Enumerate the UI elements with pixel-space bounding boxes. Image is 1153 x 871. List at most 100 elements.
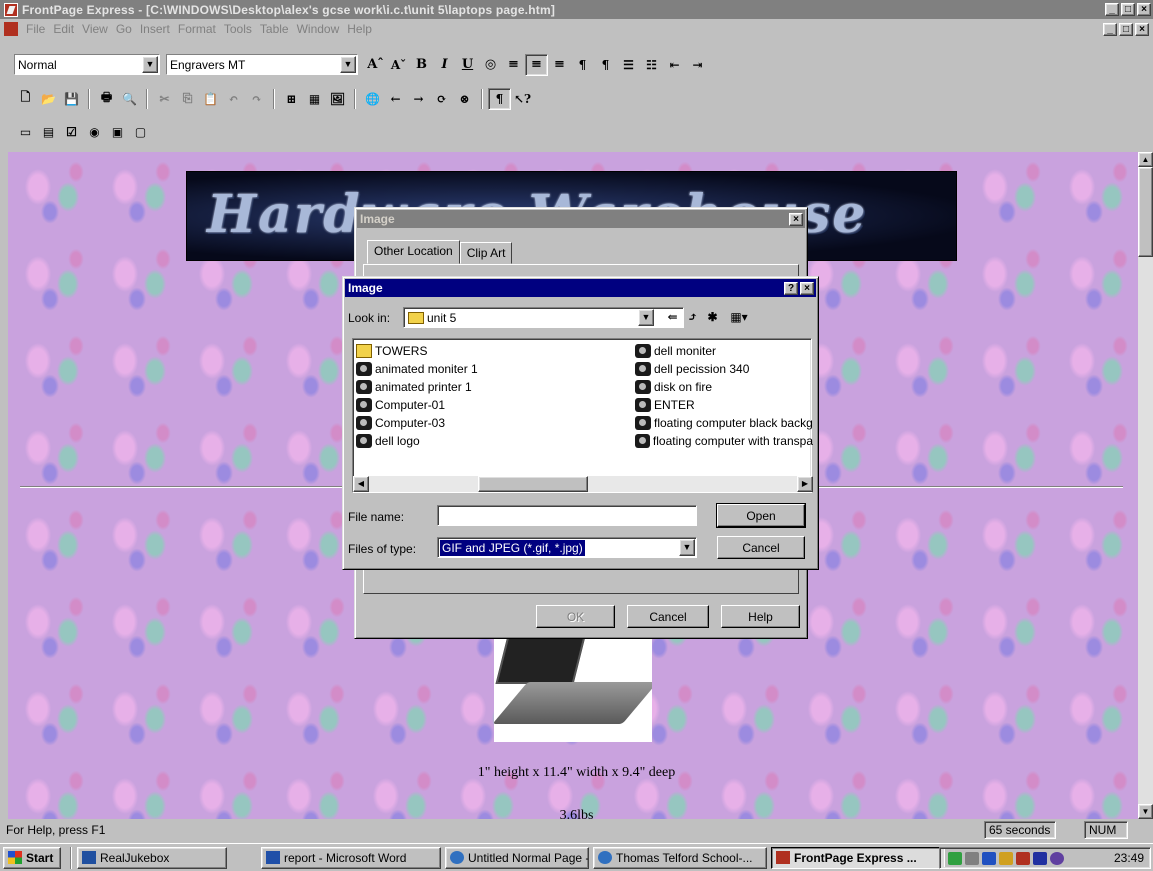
image-cancel-button[interactable]: Cancel	[627, 605, 709, 628]
decrease-font-button[interactable]: Aˇ	[387, 54, 410, 76]
tab-clip-art[interactable]: Clip Art	[459, 242, 513, 264]
taskbar-item-realjukebox[interactable]: RealJukebox	[77, 846, 227, 869]
increase-indent-icon[interactable]: ⇥	[686, 54, 709, 76]
horizontal-scrollbar[interactable]: ◀ ▶	[353, 476, 813, 492]
align-left-icon[interactable]: ≡	[502, 54, 525, 76]
list-item[interactable]: Computer-03	[356, 414, 445, 431]
laptop-image[interactable]	[494, 630, 652, 742]
rtl-icon[interactable]: ¶	[594, 54, 617, 76]
forward-icon[interactable]: →	[407, 88, 430, 110]
print-icon[interactable]: 🖶	[95, 88, 118, 110]
redo-icon[interactable]: ↷	[245, 88, 268, 110]
list-item[interactable]: animated moniter 1	[356, 360, 478, 377]
checkbox-field-icon[interactable]: ☑	[60, 121, 83, 143]
open-button[interactable]: Open	[716, 503, 806, 528]
menu-file[interactable]: File	[22, 22, 49, 36]
scroll-thumb[interactable]	[478, 476, 588, 492]
menu-window[interactable]: Window	[293, 22, 344, 36]
doc-restore-button[interactable]: □	[1119, 22, 1133, 36]
stop-icon[interactable]: ⊗	[453, 88, 476, 110]
minimize-button[interactable]: _	[1105, 3, 1119, 16]
file-list[interactable]: TOWERS animated moniter 1 animated print…	[352, 338, 813, 493]
menu-edit[interactable]: Edit	[49, 22, 78, 36]
print-preview-icon[interactable]: 🔍	[118, 88, 141, 110]
volume-icon[interactable]	[965, 851, 979, 865]
list-item[interactable]: dell moniter	[635, 342, 813, 359]
font-select[interactable]: Engravers MT ▼	[166, 54, 358, 75]
whats-this-help-icon[interactable]: ↖?	[511, 88, 534, 110]
scrolling-text-box-icon[interactable]: ▤	[37, 121, 60, 143]
list-item[interactable]: ENTER	[635, 396, 813, 413]
menu-tools[interactable]: Tools	[220, 22, 256, 36]
menu-format[interactable]: Format	[174, 22, 220, 36]
file-cancel-button[interactable]: Cancel	[717, 536, 805, 559]
list-item[interactable]: dell pecission 340	[635, 360, 813, 377]
frontpage-app-icon[interactable]	[4, 2, 18, 17]
insert-table-icon[interactable]: ▦	[303, 88, 326, 110]
list-item[interactable]: dell logo	[356, 432, 420, 449]
italic-button[interactable]: I	[433, 54, 456, 76]
text-color-icon[interactable]: ◎	[479, 54, 502, 76]
cut-icon[interactable]: ✂	[153, 88, 176, 110]
show-paragraph-icon[interactable]: ¶	[488, 87, 511, 110]
taskbar-item-untitled-page[interactable]: Untitled Normal Page - ...	[445, 846, 589, 869]
dropdown-menu-field-icon[interactable]: ▣	[106, 121, 129, 143]
chevron-down-icon[interactable]: ▼	[340, 56, 356, 73]
network-icon[interactable]	[948, 851, 962, 865]
doc-close-button[interactable]: ×	[1135, 22, 1149, 36]
insert-hline-icon[interactable]: ⊞	[280, 88, 303, 110]
list-item[interactable]: disk on fire	[635, 378, 813, 395]
context-help-button[interactable]: ?	[784, 281, 798, 295]
maximize-button[interactable]: □	[1121, 3, 1135, 16]
hyperlink-icon[interactable]: 🌐	[361, 88, 384, 110]
chevron-down-icon[interactable]: ▼	[638, 309, 654, 326]
push-button-field-icon[interactable]: ▢	[129, 121, 152, 143]
taskbar-item-thomas-telford[interactable]: Thomas Telford School-...	[593, 846, 767, 869]
align-center-icon[interactable]: ≡	[525, 53, 548, 76]
menu-insert[interactable]: Insert	[136, 22, 174, 36]
align-right-icon[interactable]: ≡	[548, 54, 571, 76]
scroll-left-button[interactable]: ◀	[353, 476, 369, 492]
chevron-down-icon[interactable]: ▼	[142, 56, 158, 73]
menu-table[interactable]: Table	[256, 22, 293, 36]
list-item[interactable]: Computer-01	[356, 396, 445, 413]
new-folder-icon[interactable]: ✱	[701, 306, 724, 328]
taskbar-item-word[interactable]: report - Microsoft Word	[261, 846, 441, 869]
tab-other-location[interactable]: Other Location	[367, 240, 460, 264]
tray-app-icon[interactable]	[999, 851, 1013, 865]
clock[interactable]: 23:49	[1114, 851, 1144, 865]
style-select[interactable]: Normal ▼	[14, 54, 160, 75]
bold-button[interactable]: B	[410, 54, 433, 76]
tray-app-icon[interactable]	[1016, 851, 1030, 865]
list-item[interactable]: floating computer black backg	[635, 414, 813, 431]
doc-minimize-button[interactable]: _	[1103, 22, 1117, 36]
increase-font-button[interactable]: Aˆ	[364, 54, 387, 76]
image-help-button[interactable]: Help	[721, 605, 800, 628]
open-folder-icon[interactable]: 📂	[37, 88, 60, 110]
back-icon[interactable]: ←	[384, 88, 407, 110]
list-item[interactable]: floating computer with transpa	[635, 432, 813, 449]
text-box-field-icon[interactable]: ▭	[14, 121, 37, 143]
bulleted-list-icon[interactable]: ☷	[640, 54, 663, 76]
refresh-icon[interactable]: ⟳	[430, 88, 453, 110]
new-page-icon[interactable]: 🗋	[14, 88, 37, 110]
taskbar-item-frontpage[interactable]: FrontPage Express ...	[771, 846, 945, 869]
underline-button[interactable]: U	[456, 54, 479, 76]
menu-help[interactable]: Help	[343, 22, 376, 36]
ltr-icon[interactable]: ¶	[571, 54, 594, 76]
scroll-thumb[interactable]	[1138, 167, 1153, 257]
scheduler-icon[interactable]	[982, 851, 996, 865]
tray-app-icon[interactable]	[1033, 851, 1047, 865]
file-type-select[interactable]: GIF and JPEG (*.gif, *.jpg) ▼	[437, 537, 697, 558]
start-button[interactable]: Start	[3, 846, 61, 869]
close-button[interactable]: ×	[1137, 3, 1151, 16]
menu-go[interactable]: Go	[112, 22, 136, 36]
save-icon[interactable]: 💾	[60, 88, 83, 110]
menu-view[interactable]: View	[78, 22, 112, 36]
copy-icon[interactable]: ⎘	[176, 88, 199, 110]
undo-icon[interactable]: ↶	[222, 88, 245, 110]
file-dialog-close-button[interactable]: ×	[800, 281, 814, 295]
radio-button-field-icon[interactable]: ◉	[83, 121, 106, 143]
tray-app-icon[interactable]	[1050, 851, 1064, 865]
numbered-list-icon[interactable]: ☰	[617, 54, 640, 76]
